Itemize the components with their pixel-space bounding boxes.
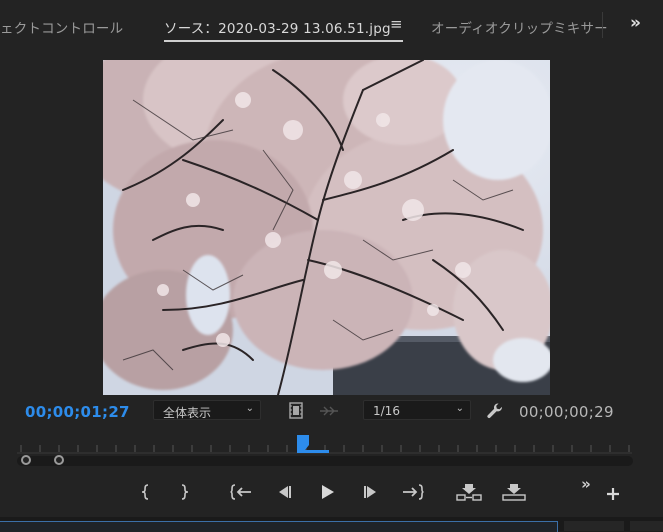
mark-out-button[interactable]	[172, 482, 196, 502]
zoom-level-dropdown[interactable]: 全体表示 ⌄	[153, 400, 261, 420]
insert-button[interactable]	[455, 482, 483, 502]
mark-in-button[interactable]	[134, 482, 158, 502]
panel-tab-bar: ェクトコントロール ソース：2020-03-29 13.06.51.jpg ≡ …	[0, 0, 663, 52]
zoom-scrollbar[interactable]	[17, 456, 633, 466]
step-forward-button[interactable]	[359, 482, 383, 502]
tab-audio-clip-mixer[interactable]: オーディオクリップミキサー	[431, 17, 608, 37]
scrollbar-right-handle[interactable]	[54, 455, 64, 465]
bottom-panel-tab[interactable]	[564, 521, 624, 531]
active-tab-indicator	[164, 40, 403, 42]
play-button[interactable]	[315, 482, 339, 502]
film-frame-icon[interactable]	[288, 402, 304, 419]
chevron-down-icon: ⌄	[245, 403, 254, 414]
playhead-marker-icon[interactable]	[296, 434, 330, 454]
preview-image	[103, 60, 550, 395]
zoom-level-value: 全体表示	[163, 406, 212, 420]
scrollbar-left-handle[interactable]	[21, 455, 31, 465]
tab-effect-controls[interactable]: ェクトコントロール	[0, 17, 123, 37]
playhead-timecode[interactable]: 00;00;01;27	[25, 403, 130, 421]
step-back-button[interactable]	[272, 482, 296, 502]
double-chevron-right-icon[interactable]: »	[630, 13, 641, 33]
go-to-out-button[interactable]	[401, 482, 425, 502]
double-chevron-right-icon[interactable]: »	[576, 475, 596, 493]
overwrite-button[interactable]	[500, 482, 528, 502]
resolution-value: 1/16	[373, 404, 400, 418]
plus-icon[interactable]	[602, 484, 624, 504]
cherry-blossom-image	[103, 60, 550, 395]
duration-timecode: 00;00;00;29	[519, 403, 614, 421]
bottom-panel-tab[interactable]	[630, 521, 663, 531]
bottom-panel-active[interactable]	[0, 521, 558, 532]
wrench-icon[interactable]	[486, 402, 504, 420]
playback-resolution-dropdown[interactable]: 1/16 ⌄	[363, 400, 471, 420]
go-to-in-button[interactable]	[229, 482, 253, 502]
tab-source[interactable]: ソース：2020-03-29 13.06.51.jpg	[164, 17, 391, 37]
hamburger-menu-icon[interactable]: ≡	[390, 15, 403, 33]
chevron-down-icon: ⌄	[455, 403, 464, 414]
tab-divider	[602, 12, 603, 38]
insert-arrows-icon	[319, 403, 339, 418]
